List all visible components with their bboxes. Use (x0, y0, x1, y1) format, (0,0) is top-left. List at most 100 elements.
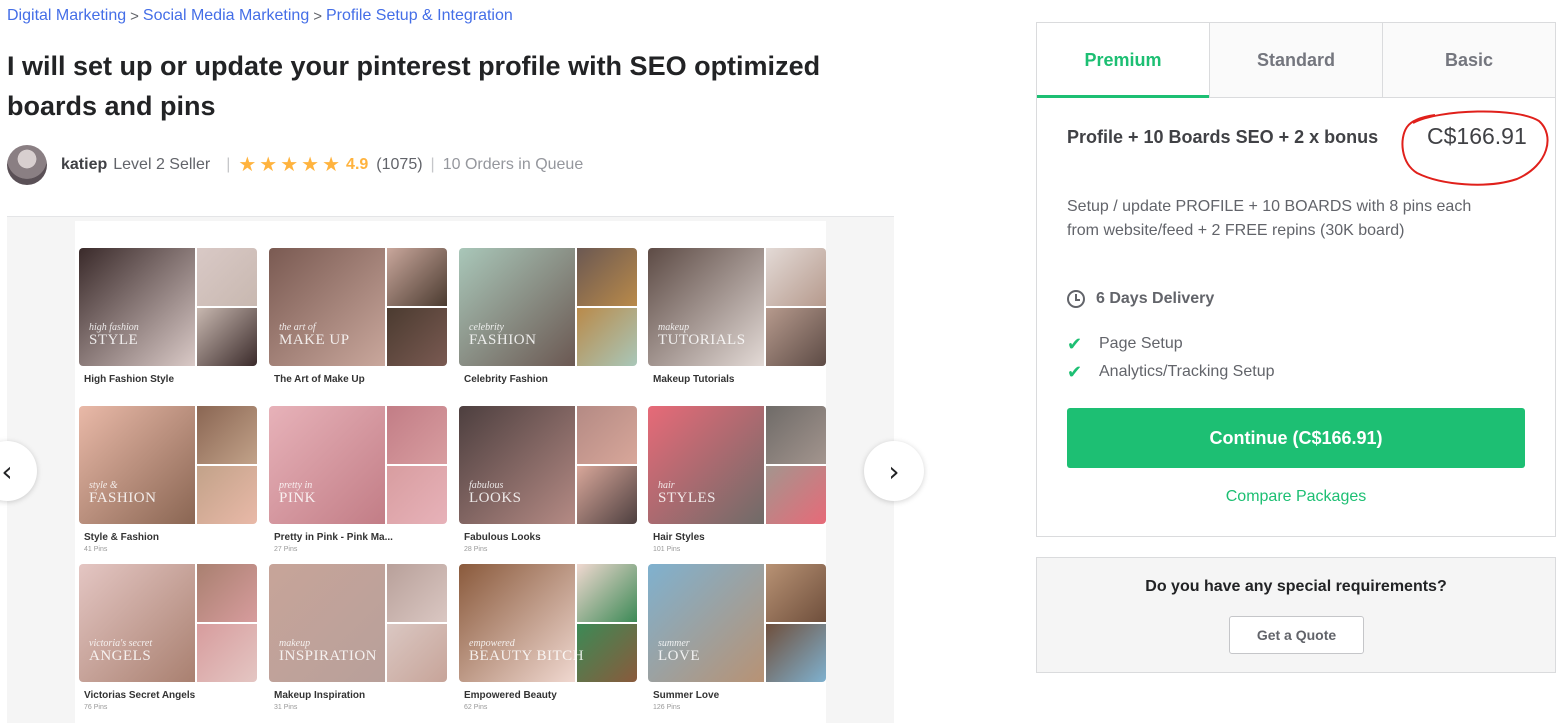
gallery-image[interactable]: high fashion STYLE High Fashion Style the a… (75, 221, 826, 723)
board-photo (269, 248, 385, 366)
tab-premium[interactable]: Premium (1037, 23, 1209, 98)
board-photo (269, 564, 385, 682)
feature-item: ✔ Analytics/Tracking Setup (1067, 358, 1274, 386)
board-collage: fabulous LOOKS (459, 406, 637, 524)
board-photo (197, 406, 257, 464)
continue-button[interactable]: Continue (C$166.91) (1067, 408, 1525, 468)
board-photo (79, 406, 195, 524)
clock-icon (1067, 290, 1085, 308)
feature-label: Analytics/Tracking Setup (1099, 363, 1275, 380)
pinterest-board: pretty in PINK Pretty in Pink - Pink Ma...… (269, 406, 447, 556)
board-photo (79, 248, 195, 366)
board-cover-text: the art of MAKE UP (279, 322, 350, 348)
board-cover-text: makeup TUTORIALS (658, 322, 746, 348)
board-photo (459, 406, 575, 524)
board-collage: hair STYLES (648, 406, 826, 524)
gallery-next-button[interactable]: › (864, 441, 924, 501)
breadcrumb-link-digital-marketing[interactable]: Digital Marketing (7, 7, 126, 25)
board-cover-text: pretty in PINK (279, 480, 316, 506)
tab-standard[interactable]: Standard (1209, 23, 1382, 97)
board-collage: celebrity FASHION (459, 248, 637, 366)
board-photo (766, 248, 826, 306)
chevron-left-icon: ‹ (1, 454, 13, 488)
board-photo (648, 564, 764, 682)
board-name: Empowered Beauty (464, 690, 557, 701)
pinterest-board: makeup INSPIRATION Makeup Inspiration 31 Pi… (269, 564, 447, 714)
star-rating: ★ ★ ★ ★ ★ (238, 155, 340, 175)
board-name: Makeup Inspiration (274, 690, 366, 701)
board-photo (459, 564, 575, 682)
compare-packages-link[interactable]: Compare Packages (1037, 488, 1555, 506)
star-icon: ★ (280, 154, 299, 176)
board-photo (577, 624, 637, 682)
seller-avatar[interactable] (7, 145, 47, 185)
board-cover-title: STYLE (89, 332, 139, 348)
board-photo (387, 564, 447, 622)
board-cover-title: LOOKS (469, 490, 522, 506)
pinterest-board: high fashion STYLE High Fashion Style (79, 248, 257, 398)
package-card: Premium Standard Basic Profile + 10 Boar… (1036, 22, 1556, 537)
rating-count[interactable]: (1075) (376, 156, 422, 174)
pinterest-board: style & FASHION Style & Fashion 41 Pins (79, 406, 257, 556)
tab-basic[interactable]: Basic (1382, 23, 1555, 97)
board-photo (577, 248, 637, 306)
board-pin-count: 31 Pins (274, 704, 298, 711)
board-cover-text: celebrity FASHION (469, 322, 536, 348)
get-a-quote-button[interactable]: Get a Quote (1229, 616, 1364, 654)
board-photo (459, 248, 575, 366)
board-name: Hair Styles (653, 532, 705, 543)
board-cover-title: PINK (279, 490, 317, 506)
pinterest-board: victoria's secret ANGELS Victorias Secret … (79, 564, 257, 714)
delivery-label: 6 Days Delivery (1096, 290, 1215, 307)
board-pin-count: 28 Pins (464, 546, 488, 553)
feature-list: ✔ Page Setup ✔ Analytics/Tracking Setup (1067, 330, 1274, 386)
board-collage: victoria's secret ANGELS (79, 564, 257, 682)
board-cover-title: LOVE (658, 648, 700, 664)
seller-username[interactable]: katiep (61, 156, 107, 174)
board-name: Pretty in Pink - Pink Ma... (274, 532, 393, 543)
board-name: Style & Fashion (84, 532, 160, 543)
board-cover-text: summer LOVE (658, 638, 700, 664)
board-cover-title: FASHION (469, 332, 537, 348)
divider: | (430, 156, 435, 173)
star-icon: ★ (259, 154, 278, 176)
board-photo (197, 308, 257, 366)
board-photo (387, 406, 447, 464)
board-photo (766, 406, 826, 464)
board-name: Summer Love (653, 690, 720, 701)
price-annotation-circle (1401, 110, 1549, 186)
board-photo (766, 308, 826, 366)
board-pin-count: 76 Pins (84, 704, 108, 711)
board-photo (387, 308, 447, 366)
board-name: Makeup Tutorials (653, 374, 735, 385)
board-collage: pretty in PINK (269, 406, 447, 524)
board-photo (387, 466, 447, 524)
board-pin-count: 101 Pins (653, 546, 681, 553)
divider: | (226, 156, 231, 173)
board-cover-text: style & FASHION (89, 480, 156, 506)
pinterest-board: celebrity FASHION Celebrity Fashion (459, 248, 637, 398)
board-cover-title: STYLES (658, 490, 717, 506)
board-photo (387, 624, 447, 682)
board-name: High Fashion Style (84, 374, 175, 385)
board-cover-title: INSPIRATION (279, 648, 378, 664)
board-photo (766, 624, 826, 682)
package-description: Setup / update PROFILE + 10 BOARDS with … (1067, 198, 1472, 239)
board-photo (766, 466, 826, 524)
board-cover-title: ANGELS (89, 648, 152, 664)
pinterest-board: summer LOVE Summer Love 126 Pins (648, 564, 826, 714)
board-name: The Art of Make Up (274, 374, 365, 385)
package-tabs: Premium Standard Basic (1037, 23, 1555, 98)
board-collage: the art of MAKE UP (269, 248, 447, 366)
breadcrumb-link-social-media-marketing[interactable]: Social Media Marketing (143, 7, 309, 25)
board-cover-text: makeup INSPIRATION (279, 638, 377, 664)
board-photo (648, 248, 764, 366)
package-name: Profile + 10 Boards SEO + 2 x bonus (1067, 127, 1379, 147)
board-collage: high fashion STYLE (79, 248, 257, 366)
breadcrumb-link-profile-setup[interactable]: Profile Setup & Integration (326, 7, 513, 25)
chevron-right-icon: › (888, 454, 900, 488)
board-photo (577, 466, 637, 524)
board-photo (577, 564, 637, 622)
pinterest-board: makeup TUTORIALS Makeup Tutorials (648, 248, 826, 398)
special-requirements-box: Do you have any special requirements? Ge… (1036, 557, 1556, 673)
